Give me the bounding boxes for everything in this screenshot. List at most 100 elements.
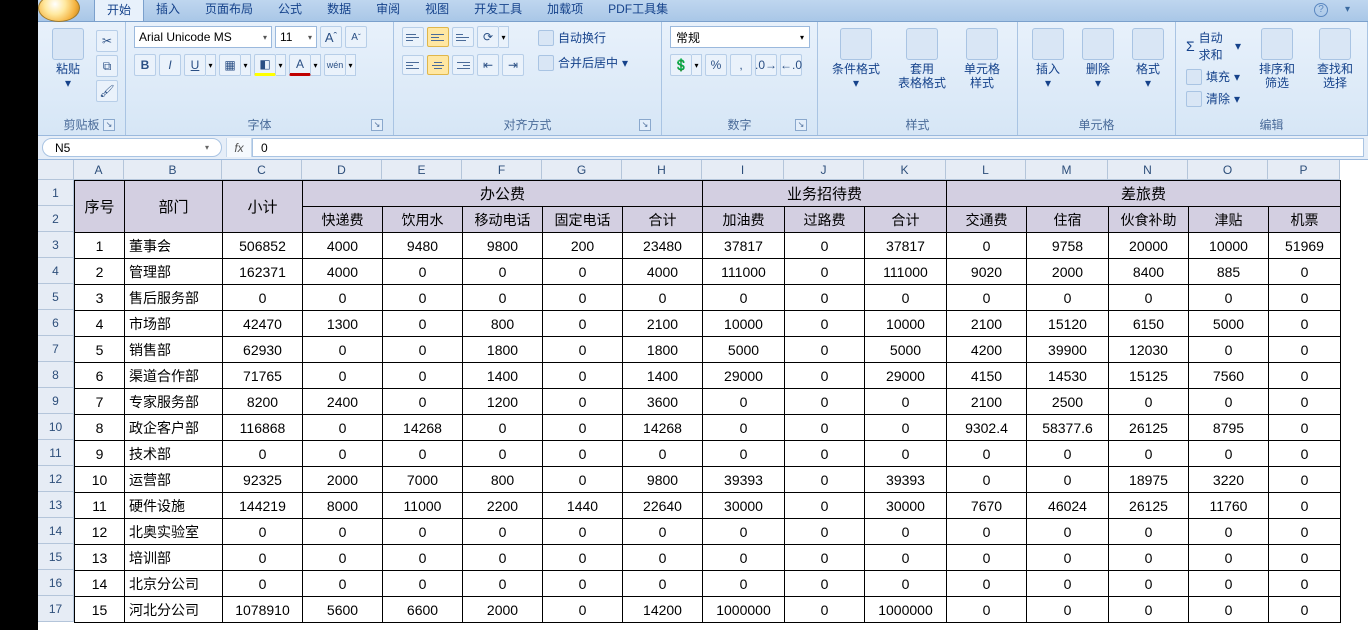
row-header-7[interactable]: 7	[38, 336, 74, 362]
cell[interactable]: 58377.6	[1027, 415, 1109, 441]
cell[interactable]: 0	[785, 337, 865, 363]
cell[interactable]: 0	[543, 285, 623, 311]
row-header-5[interactable]: 5	[38, 284, 74, 310]
increase-indent-button[interactable]: ⇥	[502, 54, 524, 76]
cell[interactable]: 0	[623, 571, 703, 597]
cell[interactable]: 11	[75, 493, 125, 519]
cell[interactable]: 0	[1189, 545, 1269, 571]
col-header-P[interactable]: P	[1268, 160, 1340, 180]
cell[interactable]: 62930	[223, 337, 303, 363]
cell[interactable]: 0	[463, 441, 543, 467]
cell[interactable]: 0	[223, 571, 303, 597]
cell[interactable]: 0	[383, 389, 463, 415]
fill-color-button[interactable]: ◧	[254, 54, 276, 76]
orientation-button[interactable]: ⟳	[477, 26, 499, 48]
col-header-B[interactable]: B	[124, 160, 222, 180]
cell[interactable]: 0	[383, 311, 463, 337]
border-button[interactable]: ▦	[219, 54, 241, 76]
cell[interactable]: 北京分公司	[125, 571, 223, 597]
cell[interactable]: 0	[303, 441, 383, 467]
cut-button[interactable]: ✂	[96, 30, 118, 52]
cell[interactable]: 0	[703, 285, 785, 311]
cell[interactable]: 0	[1189, 441, 1269, 467]
cell[interactable]: 0	[543, 363, 623, 389]
row-header-17[interactable]: 17	[38, 596, 74, 622]
cell[interactable]: 30000	[703, 493, 785, 519]
cell[interactable]: 9302.4	[947, 415, 1027, 441]
header-cell[interactable]: 固定电话	[543, 207, 623, 233]
cell[interactable]: 0	[1189, 597, 1269, 623]
cell[interactable]: 26125	[1109, 493, 1189, 519]
cell[interactable]: 0	[785, 311, 865, 337]
col-header-K[interactable]: K	[864, 160, 946, 180]
col-header-D[interactable]: D	[302, 160, 382, 180]
cell[interactable]: 0	[1109, 597, 1189, 623]
cell[interactable]: 42470	[223, 311, 303, 337]
cell[interactable]: 1000000	[865, 597, 947, 623]
sort-filter-button[interactable]: 排序和 筛选	[1253, 26, 1301, 92]
col-header-I[interactable]: I	[702, 160, 784, 180]
cell[interactable]: 0	[1269, 571, 1341, 597]
cell[interactable]: 9	[75, 441, 125, 467]
cell[interactable]: 0	[543, 571, 623, 597]
cell[interactable]: 0	[463, 545, 543, 571]
cell[interactable]: 7670	[947, 493, 1027, 519]
cell[interactable]: 92325	[223, 467, 303, 493]
font-name-combo[interactable]: Arial Unicode MS▾	[134, 26, 272, 48]
cell[interactable]: 0	[303, 285, 383, 311]
cell[interactable]: 0	[543, 597, 623, 623]
tab-6[interactable]: 视图	[413, 0, 462, 21]
cell[interactable]: 1400	[463, 363, 543, 389]
col-header-F[interactable]: F	[462, 160, 542, 180]
cell[interactable]: 11760	[1189, 493, 1269, 519]
cell[interactable]: 0	[1269, 467, 1341, 493]
cell[interactable]: 0	[543, 545, 623, 571]
cell[interactable]: 2500	[1027, 389, 1109, 415]
cell[interactable]: 0	[947, 545, 1027, 571]
merge-center-button[interactable]: 合并后居中 ▾	[536, 53, 630, 72]
cell[interactable]: 15125	[1109, 363, 1189, 389]
cell[interactable]: 37817	[703, 233, 785, 259]
cell[interactable]: 0	[1189, 337, 1269, 363]
format-painter-button[interactable]: 🖌	[96, 80, 118, 102]
row-header-14[interactable]: 14	[38, 518, 74, 544]
cell[interactable]: 0	[785, 285, 865, 311]
align-middle-button[interactable]	[427, 27, 449, 47]
row-header-3[interactable]: 3	[38, 232, 74, 258]
cell[interactable]: 0	[543, 441, 623, 467]
header-cell[interactable]: 伙食补助	[1109, 207, 1189, 233]
cell[interactable]: 0	[947, 441, 1027, 467]
cell[interactable]: 15120	[1027, 311, 1109, 337]
cell[interactable]: 0	[947, 233, 1027, 259]
cell[interactable]: 9480	[383, 233, 463, 259]
underline-menu[interactable]: ▾	[206, 54, 216, 76]
format-cells-button[interactable]: 格式▾	[1126, 26, 1170, 92]
row-header-11[interactable]: 11	[38, 440, 74, 466]
cell[interactable]: 14268	[623, 415, 703, 441]
cell[interactable]: 29000	[703, 363, 785, 389]
header-cell[interactable]: 部门	[125, 181, 223, 233]
cell[interactable]: 0	[1189, 389, 1269, 415]
cell[interactable]: 0	[463, 415, 543, 441]
cell[interactable]: 0	[623, 441, 703, 467]
cell[interactable]: 0	[303, 545, 383, 571]
cell[interactable]: 26125	[1109, 415, 1189, 441]
header-cell[interactable]: 加油费	[703, 207, 785, 233]
cell[interactable]: 12	[75, 519, 125, 545]
header-cell[interactable]: 饮用水	[383, 207, 463, 233]
cell[interactable]: 1400	[623, 363, 703, 389]
cell[interactable]: 0	[1269, 259, 1341, 285]
cell[interactable]: 2	[75, 259, 125, 285]
cell[interactable]: 0	[303, 337, 383, 363]
cell[interactable]: 市场部	[125, 311, 223, 337]
cell[interactable]: 0	[1109, 571, 1189, 597]
cell[interactable]: 9800	[463, 233, 543, 259]
cell[interactable]: 0	[623, 285, 703, 311]
name-box[interactable]: N5▾	[42, 138, 222, 157]
cell[interactable]: 0	[1269, 285, 1341, 311]
cell[interactable]: 0	[703, 545, 785, 571]
cell[interactable]: 0	[543, 415, 623, 441]
font-color-button[interactable]: A	[289, 54, 311, 76]
col-header-E[interactable]: E	[382, 160, 462, 180]
cell[interactable]: 0	[1189, 519, 1269, 545]
